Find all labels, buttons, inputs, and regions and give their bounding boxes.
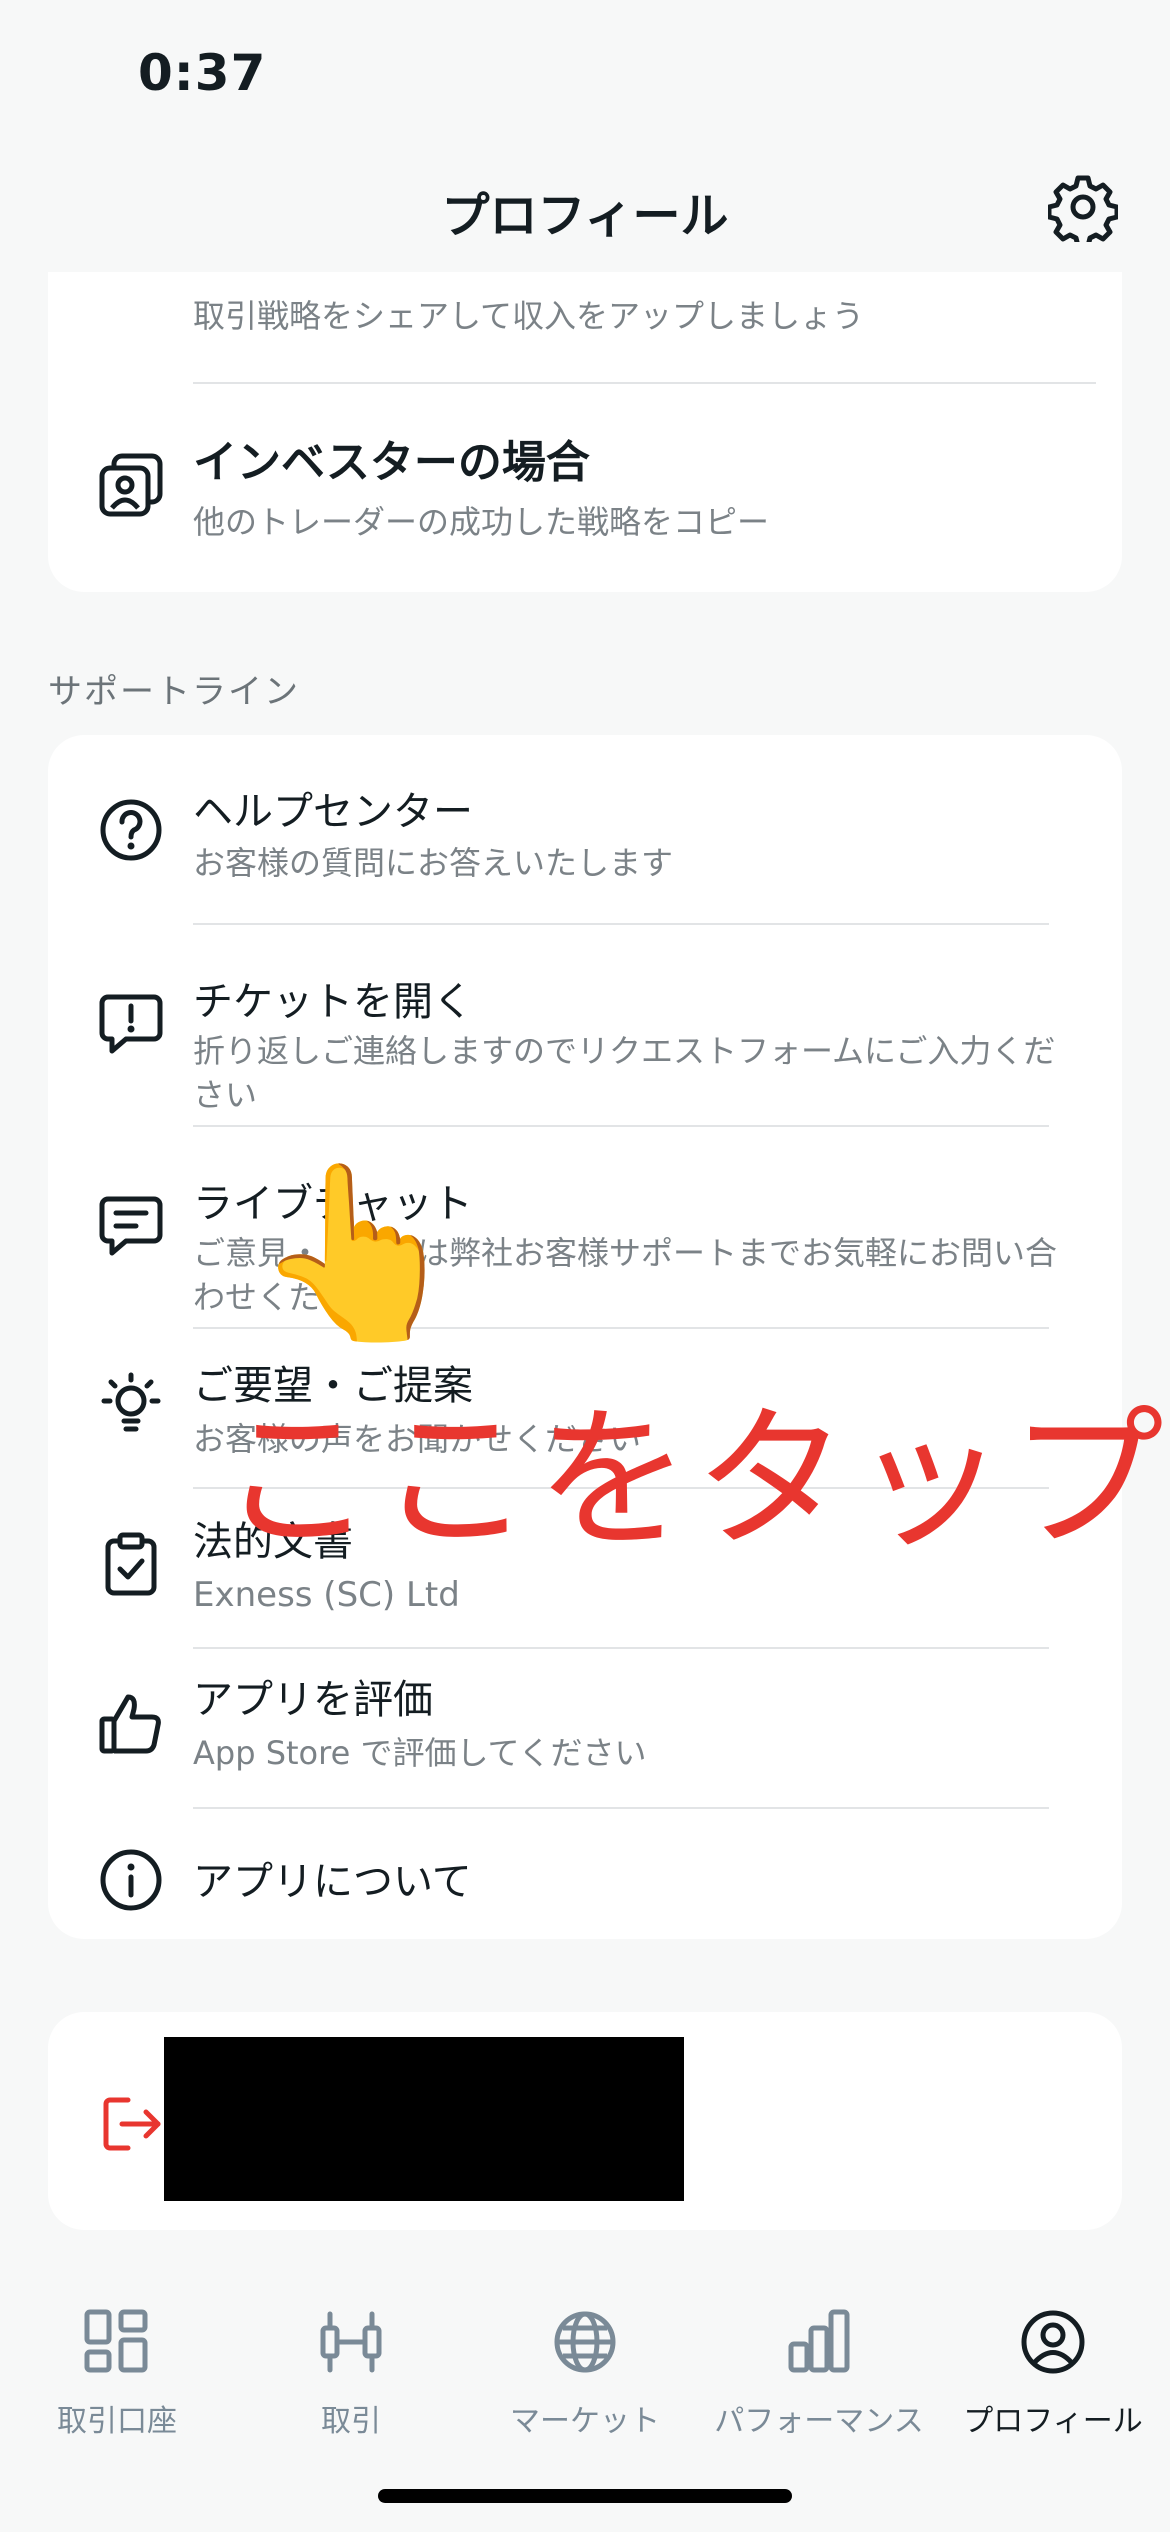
page-title: プロフィール xyxy=(441,188,729,244)
tab-performance-label: パフォーマンス xyxy=(714,2404,924,2439)
logout-icon xyxy=(103,2097,161,2151)
globe-icon xyxy=(554,2311,616,2373)
lightbulb-icon xyxy=(101,1372,161,1432)
ticket-alert-icon xyxy=(99,994,163,1054)
rate-app-subtitle: App Store で評価してください xyxy=(193,1734,647,1772)
open-ticket-subtitle: 折り返しご連絡しますのでリクエストフォームにご入力ください xyxy=(193,1032,1056,1114)
tab-market-label: マーケット xyxy=(510,2404,660,2439)
redacted-block xyxy=(164,2037,684,2201)
home-indicator[interactable] xyxy=(378,2489,792,2503)
open-ticket-row[interactable]: チケットを開く 折り返しご連絡しますのでリクエストフォームにご入力ください xyxy=(48,925,1122,1125)
tab-accounts[interactable]: 取引口座 xyxy=(0,2306,234,2440)
help-circle-icon xyxy=(100,799,162,861)
clipboard-check-icon xyxy=(105,1532,157,1596)
legal-documents-subtitle: Exness (SC) Ltd xyxy=(193,1575,460,1615)
help-center-row[interactable]: ヘルプセンター お客様の質問にお答えいたします xyxy=(48,735,1122,923)
copy-profile-icon xyxy=(99,453,163,517)
tab-performance[interactable]: パフォーマンス xyxy=(702,2306,936,2440)
support-section-label: サポートライン xyxy=(48,672,300,712)
profile-screen: 0:37 100 取引戦略をシェアして収入をアップしましょう インベスターの場 xyxy=(0,0,1170,2532)
accounts-grid-icon xyxy=(84,2309,148,2373)
about-app-row[interactable]: アプリについて xyxy=(48,1809,1122,1939)
help-center-title: ヘルプセンター xyxy=(193,789,473,835)
support-card: ヘルプセンター お客様の質問にお答えいたします チケットを開く 折り返しご連絡し… xyxy=(48,735,1122,1939)
pointing-hand-emoji: 👆 xyxy=(252,1154,464,1352)
tab-trade[interactable]: 取引 xyxy=(234,2306,468,2440)
settings-gear-icon[interactable] xyxy=(1048,172,1118,242)
tab-profile-label: プロフィール xyxy=(963,2404,1143,2439)
bar-chart-icon xyxy=(788,2309,850,2373)
investor-title: インベスターの場合 xyxy=(193,437,590,488)
tab-trade-label: 取引 xyxy=(321,2404,381,2439)
tap-here-annotation: ここをタップ xyxy=(220,1391,1169,1570)
rate-app-row[interactable]: アプリを評価 App Store で評価してください xyxy=(48,1649,1122,1807)
rate-app-title: アプリを評価 xyxy=(193,1677,433,1723)
live-chat-row[interactable]: ライブチャット ご意見・ご質問は弊社お客様サポートまでお気軽にお問い合わせくださ… xyxy=(48,1127,1122,1327)
tab-market[interactable]: マーケット xyxy=(468,2306,702,2440)
chat-icon xyxy=(99,1196,163,1256)
logout-card[interactable] xyxy=(48,2012,1122,2230)
profile-icon xyxy=(1021,2310,1085,2374)
help-center-subtitle: お客様の質問にお答えいたします xyxy=(193,844,674,882)
about-app-title: アプリについて xyxy=(193,1859,472,1905)
thumbs-up-icon xyxy=(99,1694,161,1754)
tab-accounts-label: 取引口座 xyxy=(57,2404,177,2439)
investor-row[interactable]: インベスターの場合 他のトレーダーの成功した戦略をコピー xyxy=(48,384,1122,592)
status-time-overlay: 0:37 xyxy=(138,44,267,102)
info-icon xyxy=(100,1849,162,1911)
partner-subtitle: 取引戦略をシェアして収入をアップしましょう xyxy=(193,297,865,335)
open-ticket-title: チケットを開く xyxy=(193,979,473,1025)
tab-profile[interactable]: プロフィール xyxy=(936,2306,1170,2440)
investor-subtitle: 他のトレーダーの成功した戦略をコピー xyxy=(193,503,770,541)
trade-candles-icon xyxy=(320,2311,382,2373)
